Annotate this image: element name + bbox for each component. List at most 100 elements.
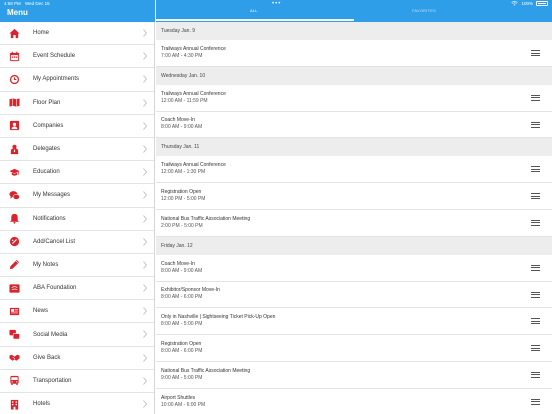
- event-title: Airport Shuttles: [161, 394, 196, 401]
- schedule-event[interactable]: Trailways Annual Conference 12:00 AM - 1…: [156, 156, 552, 184]
- sidebar-item-label: Notifications: [33, 215, 66, 222]
- chat-bubbles-icon: [0, 190, 28, 201]
- chevron-right-icon: [143, 98, 147, 107]
- sidebar-item-news[interactable]: News: [0, 300, 154, 324]
- sidebar-item-label: Add/Cancel List: [33, 238, 76, 245]
- status-time: 4:58 PM: [4, 1, 21, 6]
- event-time: 8:00 AM - 9:00 AM: [161, 124, 203, 131]
- sidebar-item-label: ABA Foundation: [33, 285, 77, 292]
- reorder-handle-icon[interactable]: [531, 264, 540, 271]
- schedule-event[interactable]: Trailways Annual Conference 7:00 AM - 4:…: [156, 40, 552, 67]
- sidebar-item-my-notes[interactable]: My Notes: [0, 254, 154, 278]
- graduation-cap-icon: [0, 167, 28, 178]
- event-time: 12:00 PM - 5:00 PM: [161, 196, 206, 203]
- menu-title: Menu: [7, 8, 28, 17]
- event-title: Trailways Annual Conference: [161, 90, 226, 97]
- sidebar-item-label: Floor Plan: [33, 99, 61, 106]
- reorder-handle-icon[interactable]: [531, 219, 540, 226]
- wifi-icon: [511, 1, 519, 6]
- schedule-event[interactable]: Airport Shuttles 10:00 AM - 6:00 PM: [156, 389, 552, 414]
- sidebar-item-my-messages[interactable]: My Messages: [0, 184, 154, 208]
- tab-favorites[interactable]: FAVORITES: [412, 8, 436, 13]
- event-title: National Bus Traffic Association Meeting: [161, 215, 251, 222]
- chevron-right-icon: [143, 261, 147, 269]
- sidebar-item-label: Social Media: [33, 331, 68, 338]
- sidebar-item-education[interactable]: Education: [0, 161, 154, 185]
- sidebar-item-label: My Appointments: [33, 76, 80, 83]
- reorder-handle-icon[interactable]: [531, 50, 540, 56]
- schedule-event[interactable]: National Bus Traffic Association Meeting…: [156, 362, 552, 389]
- tab-all[interactable]: ALL: [250, 8, 258, 13]
- sidebar-item-companies[interactable]: Companies: [0, 115, 154, 138]
- reorder-handle-icon[interactable]: [531, 94, 540, 101]
- sidebar-item-label: Education: [33, 169, 60, 176]
- event-title: Registration Open: [161, 189, 202, 196]
- reorder-handle-icon[interactable]: [531, 291, 540, 298]
- multitasking-dots-icon[interactable]: •••: [272, 1, 281, 7]
- status-indicators: 100%: [511, 1, 548, 6]
- schedule-event[interactable]: Registration Open 12:00 PM - 5:00 PM: [156, 183, 552, 210]
- event-time: 10:00 AM - 6:00 PM: [161, 401, 206, 408]
- reorder-handle-icon[interactable]: [531, 318, 540, 325]
- sidebar-item-my-appointments[interactable]: My Appointments: [0, 68, 154, 92]
- chevron-right-icon: [143, 284, 147, 292]
- sidebar-item-give-back[interactable]: Give Back: [0, 347, 154, 370]
- sidebar-item-home[interactable]: Home: [0, 22, 154, 46]
- event-title: Only in Nashville | Sightseeing Ticket P…: [161, 314, 276, 321]
- building-badge-icon: [0, 120, 28, 131]
- sidebar-item-event-schedule[interactable]: Event Schedule: [0, 45, 154, 69]
- chevron-right-icon: [143, 121, 147, 130]
- reorder-handle-icon[interactable]: [531, 398, 540, 405]
- event-title: Trailways Annual Conference: [161, 45, 226, 52]
- chevron-right-icon: [143, 330, 147, 339]
- event-title: Exhibitor/Sponsor Move-In: [161, 287, 220, 294]
- event-time: 9:00 AM - 5:00 PM: [161, 374, 203, 381]
- schedule-event[interactable]: Registration Open 8:00 AM - 6:00 PM: [156, 335, 552, 362]
- event-time: 2:00 PM - 5:00 PM: [161, 222, 203, 229]
- sidebar-item-aba-foundation[interactable]: ABA Foundation: [0, 277, 154, 301]
- sidebar-item-label: My Notes: [33, 261, 59, 268]
- schedule-event[interactable]: Exhibitor/Sponsor Move-In 8:00 AM - 6:00…: [156, 282, 552, 309]
- reorder-handle-icon[interactable]: [531, 193, 540, 200]
- chevron-right-icon: [143, 237, 147, 246]
- tab-all-underline: [156, 19, 354, 21]
- reorder-handle-icon[interactable]: [531, 371, 540, 378]
- sidebar-item-social-media[interactable]: Social Media: [0, 323, 154, 347]
- reorder-handle-icon[interactable]: [531, 121, 540, 128]
- schedule-event[interactable]: National Bus Traffic Association Meeting…: [156, 210, 552, 237]
- chevron-right-icon: [143, 145, 147, 153]
- schedule-event[interactable]: Trailways Annual Conference 12:00 AM - 1…: [156, 85, 552, 112]
- sidebar-item-label: Event Schedule: [33, 53, 76, 60]
- chevron-right-icon: [143, 400, 147, 408]
- event-time: 8:00 AM - 6:00 PM: [161, 348, 203, 355]
- schedule-event[interactable]: Only in Nashville | Sightseeing Ticket P…: [156, 308, 552, 336]
- day-header: Wednesday Jan. 10: [156, 66, 552, 85]
- day-header: Friday Jan. 12: [156, 236, 552, 255]
- chevron-right-icon: [143, 168, 147, 176]
- chevron-right-icon: [143, 191, 147, 200]
- sidebar-item-transportation[interactable]: Transportation: [0, 370, 154, 393]
- schedule-event[interactable]: Coach Move-In 8:00 AM - 9:00 AM: [156, 112, 552, 139]
- sidebar-menu: Home Event Schedule My Appointments Floo…: [0, 22, 155, 414]
- sidebar-item-delegates[interactable]: Delegates: [0, 138, 154, 162]
- person-icon: [0, 144, 28, 155]
- reorder-handle-icon[interactable]: [531, 345, 540, 352]
- schedule-event[interactable]: Coach Move-In 8:00 AM - 9:00 AM: [156, 255, 552, 282]
- sidebar-item-add-cancel-list[interactable]: Add/Cancel List: [0, 231, 154, 254]
- sidebar-item-hotels[interactable]: Hotels: [0, 393, 154, 414]
- sidebar-item-notifications[interactable]: Notifications: [0, 208, 154, 231]
- sidebar-item-floor-plan[interactable]: Floor Plan: [0, 92, 154, 115]
- event-title: Coach Move-In: [161, 260, 195, 267]
- sidebar-item-label: Companies: [33, 122, 64, 129]
- reorder-handle-icon[interactable]: [531, 166, 540, 173]
- event-title: Registration Open: [161, 341, 202, 348]
- event-title: National Bus Traffic Association Meeting: [161, 367, 251, 374]
- event-title: Trailways Annual Conference: [161, 162, 226, 169]
- schedule-list[interactable]: Tuesday Jan. 9 Trailways Annual Conferen…: [156, 22, 552, 414]
- sidebar-item-label: Give Back: [33, 354, 61, 361]
- chevron-right-icon: [143, 307, 147, 316]
- app-window: 4:58 PM Wed Dec 15 Menu ••• ALL FAVORITE…: [0, 0, 552, 414]
- home-icon: [0, 28, 28, 39]
- chevron-right-icon: [143, 29, 147, 37]
- sidebar-item-label: Transportation: [33, 377, 72, 384]
